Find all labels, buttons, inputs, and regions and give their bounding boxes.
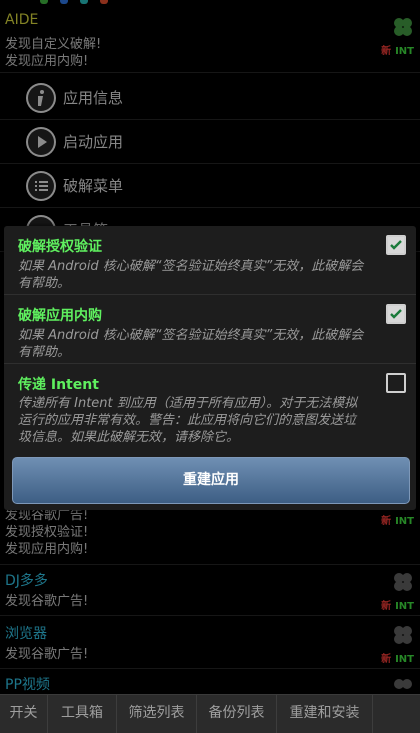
tab-filter-list[interactable]: 筛选列表 <box>117 695 197 733</box>
option-title: 破解应用内购 <box>18 308 102 324</box>
intent-checkbox[interactable] <box>386 373 406 393</box>
license-patch-checkbox[interactable] <box>386 235 406 255</box>
bottom-tab-bar: 开关 工具箱 筛选列表 备份列表 重建和安装 <box>0 694 420 733</box>
option-description: 如果 Android 核心破解“签名验证始终真实”无效，此破解会有帮助。 <box>18 259 364 291</box>
patch-options-dialog: 破解授权验证 如果 Android 核心破解“签名验证始终真实”无效，此破解会有… <box>4 226 416 510</box>
tab-toolbox[interactable]: 工具箱 <box>48 695 117 733</box>
tab-rebuild-install[interactable]: 重建和安装 <box>277 695 373 733</box>
iap-patch-checkbox[interactable] <box>386 304 406 324</box>
rebuild-app-button[interactable]: 重建应用 <box>12 457 410 504</box>
option-description: 如果 Android 核心破解“签名验证始终真实”无效，此破解会有帮助。 <box>18 328 364 360</box>
option-title: 破解授权验证 <box>18 239 102 255</box>
option-row-intent[interactable]: 传递 Intent 传递所有 Intent 到应用（适用于所有应用）。对于无法模… <box>4 364 416 452</box>
tab-switches[interactable]: 开关 <box>0 695 48 733</box>
option-row-license-patch[interactable]: 破解授权验证 如果 Android 核心破解“签名验证始终真实”无效，此破解会有… <box>4 226 416 295</box>
tab-backup-list[interactable]: 备份列表 <box>197 695 277 733</box>
option-title: 传递 Intent <box>18 377 99 393</box>
check-icon <box>390 240 402 250</box>
option-description: 传递所有 Intent 到应用（适用于所有应用）。对于无法模拟运行的应用非常有效… <box>18 396 358 445</box>
check-icon <box>390 309 402 319</box>
option-row-iap-patch[interactable]: 破解应用内购 如果 Android 核心破解“签名验证始终真实”无效，此破解会有… <box>4 295 416 364</box>
